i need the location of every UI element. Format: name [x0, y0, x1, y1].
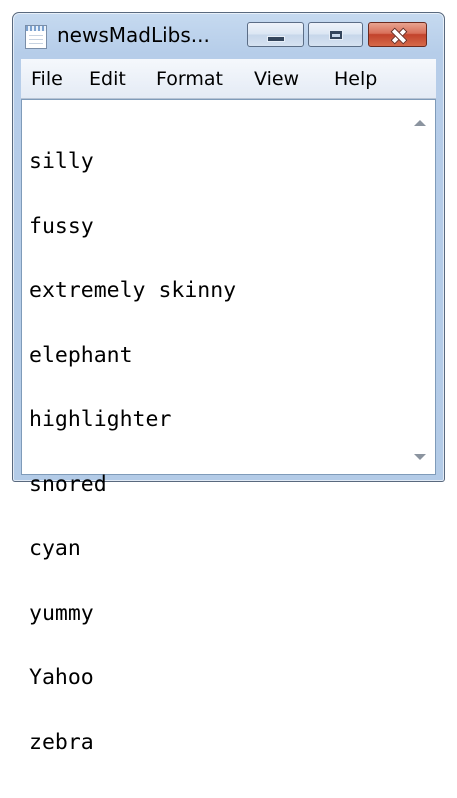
window-title: newsMadLibs... [57, 23, 210, 47]
text-line: snored [29, 471, 107, 497]
maximize-icon [328, 29, 343, 40]
menu-format[interactable]: Format [156, 59, 223, 99]
text-line: cyan [29, 536, 81, 561]
scroll-down-icon[interactable] [414, 454, 426, 460]
text-line: yummy [29, 600, 94, 626]
vertical-scrollbar[interactable] [405, 100, 435, 474]
text-line: extremely skinny [29, 278, 237, 303]
menu-bar: File Edit Format View Help [21, 59, 436, 99]
menu-edit[interactable]: Edit [89, 59, 126, 99]
menu-view[interactable]: View [254, 59, 299, 99]
menu-file[interactable]: File [31, 59, 63, 99]
text-line: silly [29, 149, 94, 174]
text-editor[interactable]: silly fussy extremely skinny elephant hi… [21, 99, 436, 753]
close-icon [389, 26, 407, 44]
editor-content[interactable]: silly fussy extremely skinny elephant hi… [29, 108, 409, 796]
notepad-icon[interactable] [25, 25, 47, 49]
title-bar[interactable]: newsMadLibs... [13, 13, 444, 59]
text-line: Yahoo [29, 665, 94, 690]
text-line: elephant [29, 342, 133, 368]
minimize-button[interactable] [247, 22, 304, 47]
menu-help[interactable]: Help [334, 59, 377, 99]
notepad-window: newsMadLibs... File Edit Format View Hel… [12, 12, 445, 753]
text-line: fussy [29, 213, 94, 239]
scroll-up-icon[interactable] [414, 120, 426, 126]
text-line: zebra [29, 729, 94, 755]
maximize-button[interactable] [308, 22, 363, 47]
text-line: highlighter [29, 407, 172, 432]
minimize-icon [266, 35, 285, 42]
close-button[interactable] [368, 22, 427, 47]
